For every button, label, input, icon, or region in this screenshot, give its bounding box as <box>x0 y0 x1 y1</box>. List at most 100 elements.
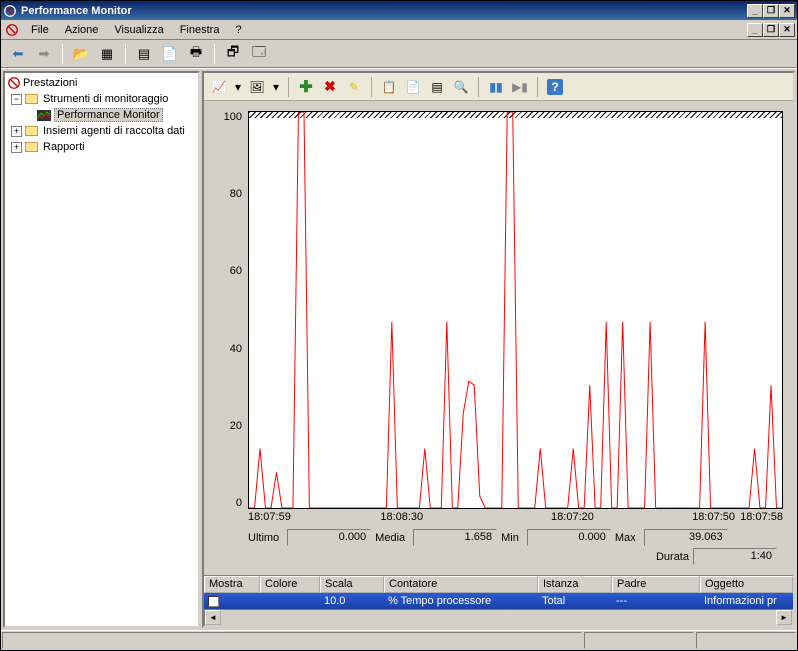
back-button[interactable]: ⬅ <box>7 43 29 65</box>
ultimo-label: Ultimo <box>248 532 283 544</box>
y-tick: 0 <box>214 497 242 509</box>
collapse-icon[interactable]: − <box>11 94 22 105</box>
tree-rapporti[interactable]: + Rapporti <box>7 139 196 155</box>
tree-pane[interactable]: Prestazioni − Strumenti di monitoraggio … <box>3 71 200 628</box>
properties-button[interactable]: ▤ <box>133 43 155 65</box>
cell-oggetto: Informazioni pr <box>700 595 793 607</box>
main-pane: 📈 ▾ 🖼 ▾ ✚ ✖ ✎ 📋 📄 ▤ 🔍 ▮▮ ▶▮ ? <box>202 71 795 628</box>
legend: Mostra Colore Scala Contatore Istanza Pa… <box>204 575 793 626</box>
mdi-restore-button[interactable]: ❐ <box>763 23 779 37</box>
y-tick: 60 <box>214 265 242 277</box>
media-label: Media <box>375 532 409 544</box>
paste-button[interactable]: 📄 <box>402 76 424 98</box>
print-button[interactable]: 🖶 <box>185 43 207 65</box>
window-title: Performance Monitor <box>21 5 747 17</box>
x-tick: 18:07:20 <box>551 511 594 523</box>
durata-value: 1:40 <box>693 548 777 565</box>
x-tick: 18:07:59 <box>248 511 291 523</box>
cell-padre: --- <box>612 595 700 607</box>
max-label: Max <box>615 532 640 544</box>
durata-label: Durata <box>656 551 689 563</box>
y-axis: 100 80 60 40 20 0 <box>214 111 248 509</box>
x-tick: 18:07:50 <box>692 511 735 523</box>
max-value: 39.063 <box>644 529 728 546</box>
statusbar <box>1 630 797 650</box>
col-contatore[interactable]: Contatore <box>384 576 538 593</box>
remove-counter-button[interactable]: ✖ <box>319 76 341 98</box>
cell-scala: 10.0 <box>320 595 384 607</box>
legend-row[interactable]: ✓ 10.0 % Tempo processore Total --- Info… <box>204 593 793 609</box>
menubar: File Azione Visualizza Finestra ? _ ❐ ✕ <box>1 20 797 40</box>
perf-root-icon <box>7 76 21 90</box>
tree-rapporti-label: Rapporti <box>41 141 87 153</box>
x-tick: 18:08:30 <box>380 511 423 523</box>
view-graph-button[interactable]: 📈 <box>208 76 230 98</box>
tree-strumenti[interactable]: − Strumenti di monitoraggio <box>7 91 196 107</box>
highlight-button[interactable]: ✎ <box>343 76 365 98</box>
show-tree-button[interactable]: ▦ <box>96 43 118 65</box>
tree-root[interactable]: Prestazioni <box>7 75 196 91</box>
min-value: 0.000 <box>527 529 611 546</box>
folder-icon <box>24 141 38 153</box>
show-checkbox[interactable]: ✓ <box>208 596 219 607</box>
x-axis: 18:07:59 18:08:30 18:07:20 18:07:50 18:0… <box>214 509 783 525</box>
help-chart-button[interactable]: ? <box>544 76 566 98</box>
col-mostra[interactable]: Mostra <box>204 576 260 593</box>
properties-chart-button[interactable]: ▤ <box>426 76 448 98</box>
freeze-button[interactable]: ▮▮ <box>485 76 507 98</box>
scroll-right-button[interactable]: ► <box>776 610 792 625</box>
update-button[interactable]: ▶▮ <box>509 76 531 98</box>
cell-contatore: % Tempo processore <box>384 595 538 607</box>
up-folder-button[interactable]: 📂 <box>70 43 92 65</box>
app-icon-small <box>5 23 19 37</box>
minimize-button[interactable]: _ <box>747 4 763 18</box>
expand-icon[interactable]: + <box>11 126 22 137</box>
chart-icon <box>37 109 51 121</box>
menu-visualizza[interactable]: Visualizza <box>106 22 171 38</box>
col-oggetto[interactable]: Oggetto <box>700 576 793 593</box>
refresh-button[interactable]: 🗗 <box>222 43 244 65</box>
cell-istanza: Total <box>538 595 612 607</box>
y-tick: 40 <box>214 343 242 355</box>
col-scala[interactable]: Scala <box>320 576 384 593</box>
tree-perfmon[interactable]: Performance Monitor <box>7 107 196 123</box>
close-button[interactable]: ✕ <box>779 4 795 18</box>
scroll-left-button[interactable]: ◄ <box>205 610 221 625</box>
media-value: 1.658 <box>413 529 497 546</box>
x-tick: 18:07:58 <box>740 511 783 523</box>
min-label: Min <box>501 532 523 544</box>
forward-button[interactable]: ➡ <box>33 43 55 65</box>
tree-strumenti-label: Strumenti di monitoraggio <box>41 93 170 105</box>
screenshot-button[interactable]: 🖼 <box>246 76 268 98</box>
zoom-button[interactable]: 🔍 <box>450 76 472 98</box>
copy-button[interactable]: 📋 <box>378 76 400 98</box>
dropdown2-button[interactable]: ▾ <box>270 76 282 98</box>
settings-button[interactable]: 🗔 <box>248 43 270 65</box>
chart-area: 100 80 60 40 20 0 18:07:5 <box>204 101 793 575</box>
legend-header: Mostra Colore Scala Contatore Istanza Pa… <box>204 576 793 593</box>
expand-icon[interactable]: + <box>11 142 22 153</box>
add-counter-button[interactable]: ✚ <box>295 76 317 98</box>
menu-finestra[interactable]: Finestra <box>172 22 228 38</box>
folder-icon <box>24 125 38 137</box>
view-dropdown-button[interactable]: ▾ <box>232 76 244 98</box>
col-padre[interactable]: Padre <box>612 576 700 593</box>
stats-row: Ultimo 0.000 Media 1.658 Min 0.000 Max 3… <box>214 525 783 546</box>
tree-perfmon-label: Performance Monitor <box>54 108 163 122</box>
col-istanza[interactable]: Istanza <box>538 576 612 593</box>
tree-root-label: Prestazioni <box>21 77 79 89</box>
export-button[interactable]: 📄 <box>159 43 181 65</box>
tree-insiemi[interactable]: + Insiemi agenti di raccolta dati <box>7 123 196 139</box>
col-colore[interactable]: Colore <box>260 576 320 593</box>
menu-azione[interactable]: Azione <box>57 22 107 38</box>
tree-insiemi-label: Insiemi agenti di raccolta dati <box>41 125 187 137</box>
maximize-button[interactable]: ❐ <box>763 4 779 18</box>
chart-plot[interactable] <box>248 111 783 509</box>
mdi-close-button[interactable]: ✕ <box>779 23 795 37</box>
folder-icon <box>24 93 38 105</box>
horizontal-scrollbar[interactable]: ◄ ► <box>204 609 793 626</box>
main-toolbar: ⬅ ➡ 📂 ▦ ▤ 📄 🖶 🗗 🗔 <box>1 40 797 68</box>
mdi-minimize-button[interactable]: _ <box>747 23 763 37</box>
menu-file[interactable]: File <box>23 22 57 38</box>
menu-help[interactable]: ? <box>227 22 249 38</box>
